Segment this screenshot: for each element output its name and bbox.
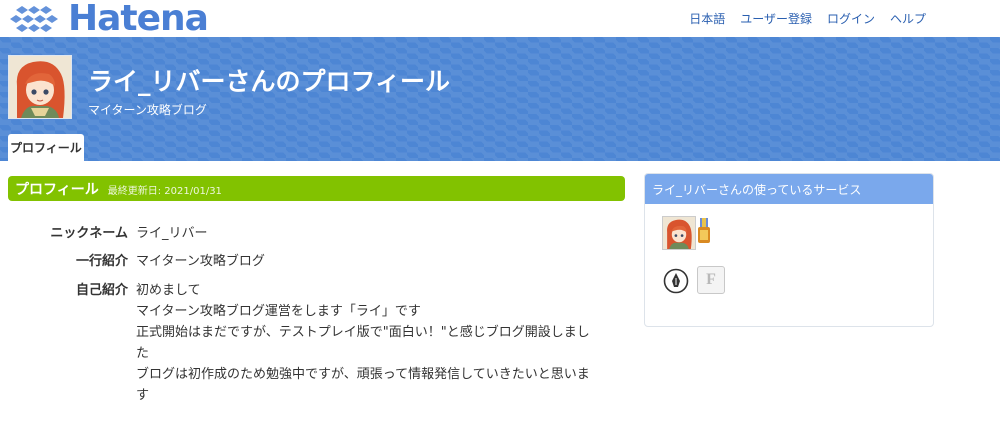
profile-avatar[interactable] xyxy=(8,55,72,119)
nav-login-link[interactable]: ログイン xyxy=(827,10,875,27)
logo-text: Hatena xyxy=(68,0,209,39)
top-nav: 日本語 ユーザー登録 ログイン ヘルプ xyxy=(674,0,926,37)
intro-line: 初めまして xyxy=(136,283,201,298)
nickname-value: ライ_リバー xyxy=(136,226,208,241)
f-letter-icon[interactable]: F xyxy=(697,266,725,294)
section-title: プロフィール xyxy=(15,181,99,198)
profile-banner: ライ_リバーさんのプロフィール マイターン攻略ブログ プロフィール xyxy=(0,37,1000,161)
pen-nib-icon xyxy=(663,268,689,294)
services-box: ライ_リバーさんの使っているサービス F xyxy=(644,173,934,327)
page-title: ライ_リバーさんのプロフィール xyxy=(88,67,451,96)
services-title: ライ_リバーさんの使っているサービス xyxy=(645,174,933,204)
hatena-logo-mark-icon xyxy=(10,5,58,32)
tagline-value: マイターン攻略ブログ xyxy=(136,254,265,269)
intro-line: た xyxy=(136,346,150,361)
intro-line: す xyxy=(136,388,150,403)
nickname-label: ニックネーム xyxy=(50,226,128,241)
medal-icon xyxy=(698,218,710,243)
intro-line: 正式開始はまだですが、テストプレイ版で"面白い！"と感じブログ開設しまし xyxy=(136,325,590,340)
tab-profile[interactable]: プロフィール xyxy=(8,134,84,161)
intro-text: 初めまして マイターン攻略ブログ運営をします「ライ」です 正式開始はまだですが、… xyxy=(136,280,626,406)
avatar-image-icon xyxy=(9,56,71,118)
nav-register-link[interactable]: ユーザー登録 xyxy=(740,10,812,27)
intro-line: ブログは初作成のため勉強中ですが、頑張って情報発信していきたいと思いま xyxy=(136,367,590,382)
last-updated-date: 最終更新日: 2021/01/31 xyxy=(107,186,222,197)
profile-section-header: プロフィール 最終更新日: 2021/01/31 xyxy=(8,176,625,201)
service-avatar-icon[interactable] xyxy=(662,216,696,250)
intro-line: マイターン攻略ブログ運営をします「ライ」です xyxy=(136,304,421,319)
blog-title: マイターン攻略ブログ xyxy=(88,103,207,117)
tagline-label: 一行紹介 xyxy=(75,254,128,269)
avatar-image-icon xyxy=(663,217,695,249)
intro-label: 自己紹介 xyxy=(75,283,128,298)
top-bar: Hatena 日本語 ユーザー登録 ログイン ヘルプ xyxy=(0,0,1000,37)
hatena-logo[interactable]: Hatena xyxy=(8,0,209,39)
nav-help-link[interactable]: ヘルプ xyxy=(890,10,926,27)
nav-language-link[interactable]: 日本語 xyxy=(689,10,725,27)
